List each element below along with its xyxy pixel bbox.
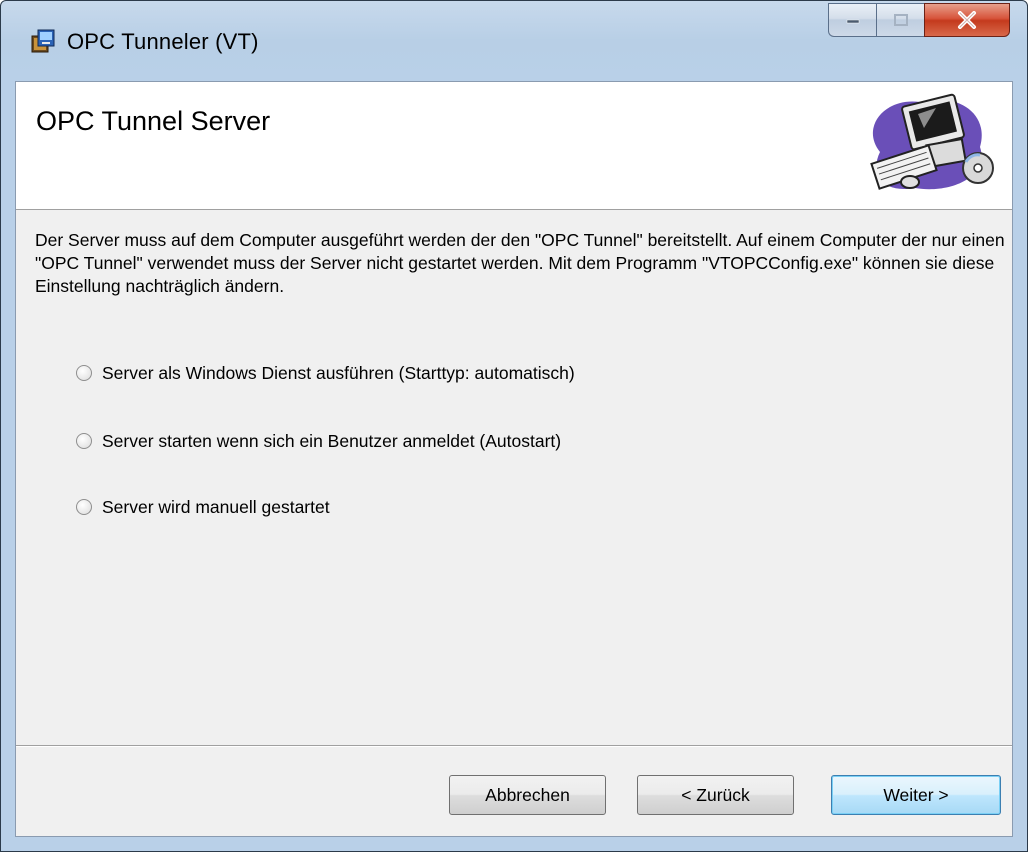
- title-bar[interactable]: OPC Tunneler (VT): [1, 1, 1027, 81]
- maximize-button[interactable]: [876, 3, 924, 37]
- radio-button[interactable]: [76, 499, 92, 515]
- radio-option-service[interactable]: Server als Windows Dienst ausführen (Sta…: [76, 360, 575, 386]
- dialog-client-area: OPC Tunnel Server Der Server muss auf de…: [15, 81, 1013, 837]
- page-title: OPC Tunnel Server: [36, 106, 271, 136]
- close-button[interactable]: [924, 3, 1010, 37]
- radio-button-checked[interactable]: [76, 365, 92, 381]
- window-title: OPC Tunneler (VT): [67, 29, 259, 54]
- maximize-icon: [893, 14, 908, 26]
- caption-buttons: [828, 3, 1010, 37]
- minimize-icon: [846, 19, 859, 24]
- header-banner: OPC Tunnel Server: [16, 82, 1012, 210]
- next-button[interactable]: Weiter >: [831, 775, 1001, 815]
- computer-setup-icon: [870, 93, 994, 190]
- radio-option-autostart[interactable]: Server starten wenn sich ein Benutzer an…: [76, 428, 561, 454]
- close-icon: [958, 11, 976, 29]
- back-button[interactable]: < Zurück: [637, 775, 794, 815]
- cancel-button[interactable]: Abbrechen: [449, 775, 606, 815]
- radio-label: Server starten wenn sich ein Benutzer an…: [102, 430, 562, 451]
- footer-divider: [16, 745, 1012, 747]
- radio-button[interactable]: [76, 433, 92, 449]
- installer-icon: [31, 29, 55, 53]
- minimize-button[interactable]: [828, 3, 876, 37]
- radio-option-manual[interactable]: Server wird manuell gestartet: [76, 494, 330, 520]
- radio-label: Server als Windows Dienst ausführen (Sta…: [102, 362, 575, 383]
- installer-window: OPC Tunneler (VT) OPC Tunnel Server Der …: [0, 0, 1028, 852]
- radio-label: Server wird manuell gestartet: [102, 496, 330, 517]
- description-text: Der Server muss auf dem Computer ausgefü…: [35, 230, 1005, 296]
